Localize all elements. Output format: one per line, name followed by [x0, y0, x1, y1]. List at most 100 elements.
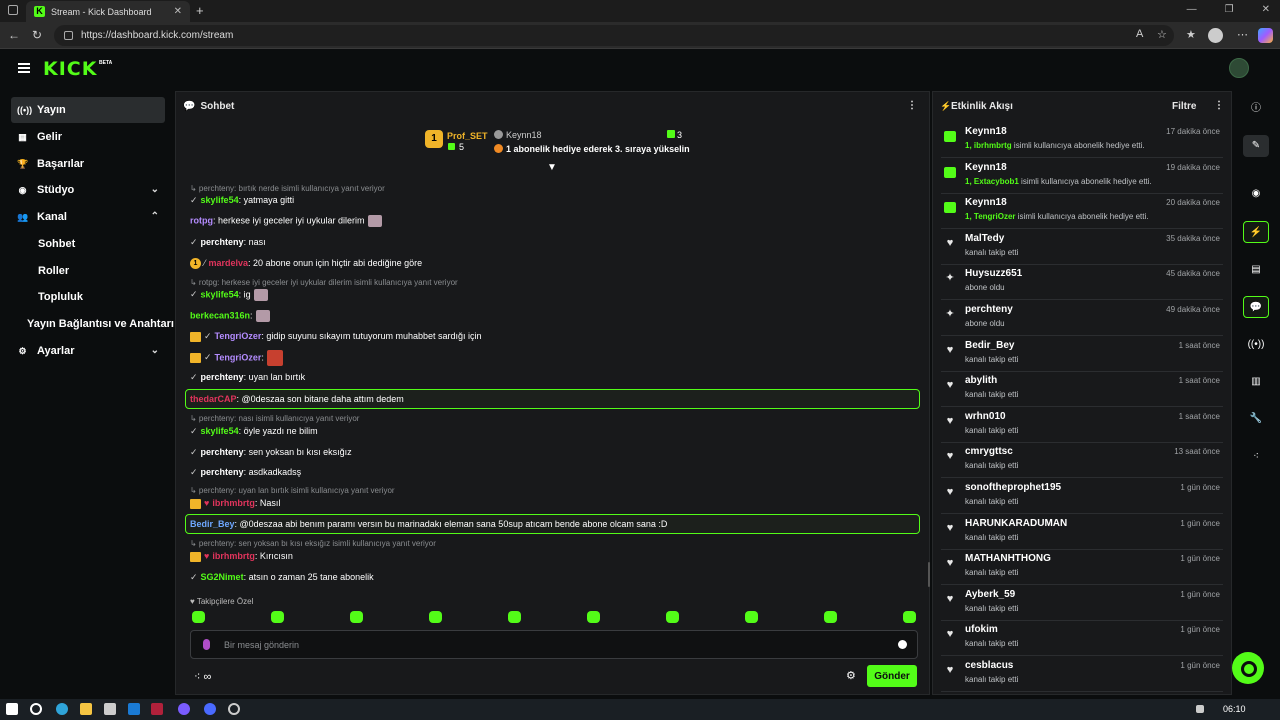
refresh-icon[interactable]: ↻	[32, 28, 42, 42]
event-item[interactable]: ♥ ufokim 1 gün önce kanalı takip etti	[941, 620, 1223, 657]
chat-scrollbar[interactable]	[928, 562, 930, 587]
kick-logo[interactable]: KICK	[43, 58, 97, 80]
profile-icon[interactable]	[1208, 28, 1223, 43]
chat-username[interactable]: skylife54	[201, 195, 239, 205]
send-button[interactable]: Gönder	[867, 665, 917, 687]
user-avatar[interactable]	[1229, 58, 1249, 78]
emote-button[interactable]	[429, 611, 442, 623]
event-username[interactable]: wrhn010	[965, 411, 1006, 422]
new-tab-icon[interactable]: +	[196, 3, 204, 18]
gift-recipient[interactable]: ibrhmbrtg	[974, 141, 1012, 150]
event-item[interactable]: ♥ MalTedy 35 dakika önce kanalı takip etti	[941, 229, 1223, 265]
edit-icon[interactable]: ✎	[1243, 135, 1269, 157]
emote-button[interactable]	[666, 611, 679, 623]
event-item[interactable]: ♥ Bedir_Bey 1 saat önce kanalı takip etti	[941, 336, 1223, 372]
event-username[interactable]: ufokim	[965, 624, 998, 635]
kick-app-icon[interactable]	[151, 703, 163, 715]
app-icon[interactable]	[204, 703, 216, 715]
info-icon[interactable]: ⓘ	[1243, 98, 1269, 120]
dots-icon[interactable]: ⁖	[194, 671, 200, 683]
event-item[interactable]: ♥ abylith 1 saat önce kanalı takip etti	[941, 371, 1223, 408]
chat-username[interactable]: skylife54	[201, 289, 239, 299]
event-item[interactable]: ♥ HARUNKARADUMAN 1 gün önce kanalı takip et…	[941, 514, 1223, 550]
sidebar-item-gelir[interactable]: ▦ Gelir	[11, 124, 165, 150]
event-username[interactable]: Bedir_Bey	[965, 340, 1014, 351]
menu-dots-icon[interactable]: ⋯	[1237, 28, 1248, 41]
tab-actions-icon[interactable]	[8, 5, 18, 15]
back-icon[interactable]: ←	[8, 28, 20, 42]
event-username[interactable]: Keynn18	[965, 197, 1007, 208]
emote-button[interactable]	[587, 611, 600, 623]
chat-username[interactable]: ibrhmbrtg	[212, 551, 255, 561]
sidebar-item-roller[interactable]: Roller	[11, 258, 165, 284]
sidebar-item-stream-key[interactable]: Yayın Bağlantısı ve Anahtarı	[11, 311, 174, 337]
file-explorer-icon[interactable]	[80, 703, 92, 715]
chat-username[interactable]: rotpg	[190, 215, 213, 225]
emote-button[interactable]	[745, 611, 758, 623]
store-icon[interactable]	[104, 703, 116, 715]
event-username[interactable]: Keynn18	[965, 126, 1007, 137]
chat-settings-icon[interactable]: ⚙	[846, 669, 856, 682]
volume-icon[interactable]	[1196, 705, 1204, 713]
sidebar-item-ayarlar[interactable]: ⚙ Ayarlar ⌄	[11, 338, 165, 364]
wrench-icon[interactable]: 🔧	[1243, 408, 1269, 430]
chat-options-icon[interactable]: ⋮	[907, 100, 917, 111]
sidebar-item-studyo[interactable]: ◉ Stüdyo ⌄	[11, 177, 165, 203]
sidebar-item-basarilar[interactable]: 🏆 Başarılar	[11, 151, 165, 177]
sidebar-item-topluluk[interactable]: Topluluk	[11, 284, 165, 310]
event-username[interactable]: HARUNKARADUMAN	[965, 518, 1067, 529]
chat-username[interactable]: TengriOzer	[215, 352, 262, 362]
event-item[interactable]: ♥ cmrygttsc 13 saat önce kanalı takip etti	[941, 442, 1223, 479]
emote-button[interactable]	[192, 611, 205, 623]
chat-username[interactable]: Bedir_Bey	[190, 519, 235, 529]
close-tab-icon[interactable]: ✕	[174, 6, 182, 17]
copilot-app-icon[interactable]	[178, 703, 190, 715]
site-info-icon[interactable]	[64, 31, 73, 40]
event-item[interactable]: ♥ Ayberk_59 1 gün önce kanalı takip etti	[941, 585, 1223, 621]
event-item[interactable]: ♥ cesblacus 1 gün önce kanalı takip etti	[941, 656, 1223, 692]
sidebar-item-yayin[interactable]: ((•)) Yayın	[11, 97, 165, 123]
hamburger-menu-icon[interactable]	[18, 63, 30, 73]
camera-icon[interactable]: ◉	[1243, 183, 1269, 205]
filter-button[interactable]: Filtre	[1172, 101, 1196, 112]
copilot-icon[interactable]	[1258, 28, 1273, 43]
event-item[interactable]: Keynn18 17 dakika önce 1, ibrhmbrtg isimli…	[941, 122, 1223, 158]
event-username[interactable]: abylith	[965, 375, 997, 386]
activity-lightning-icon[interactable]: ⚡	[1243, 221, 1269, 243]
chat-username[interactable]: perchteny	[201, 237, 244, 247]
chat-username[interactable]: skylife54	[201, 426, 239, 436]
sidebar-item-sohbet[interactable]: Sohbet	[11, 231, 165, 257]
event-item[interactable]: ♥ sonoftheprophet195 1 gün önce kanalı taki…	[941, 478, 1223, 514]
event-username[interactable]: Keynn18	[965, 162, 1007, 173]
event-username[interactable]: Huysuzz651	[965, 268, 1022, 279]
notes-icon[interactable]: ▤	[1243, 259, 1269, 281]
obs-icon[interactable]	[228, 703, 240, 715]
emoji-icon[interactable]	[898, 640, 907, 649]
feed-options-icon[interactable]: ⋮	[1214, 100, 1224, 111]
event-item[interactable]: ✦ perchteny 49 dakika önce abone oldu	[941, 300, 1223, 336]
event-item[interactable]: Keynn18 19 dakika önce 1, Extacybob1 isiml…	[941, 158, 1223, 194]
event-item[interactable]: ♥ MATHANHTHONG 1 gün önce kanalı takip etti	[941, 549, 1223, 586]
gift-recipient[interactable]: TengriOzer	[974, 212, 1016, 221]
emote-button[interactable]	[271, 611, 284, 623]
chat-username[interactable]: perchteny	[201, 447, 244, 457]
support-icon[interactable]	[1232, 652, 1264, 684]
chat-username[interactable]: mardelva	[209, 258, 249, 268]
chat-username[interactable]: thedarCAP	[190, 394, 237, 404]
browser-tab[interactable]: K Stream - Kick Dashboard ✕	[26, 1, 190, 22]
gift-recipient[interactable]: Extacybob1	[974, 177, 1019, 186]
chat-username[interactable]: SG2Nimet	[201, 572, 244, 582]
chat-input[interactable]: Bir mesaj gönderin	[190, 630, 918, 659]
event-username[interactable]: MalTedy	[965, 233, 1004, 244]
emote-button[interactable]	[903, 611, 916, 623]
chat-toggle-icon[interactable]: 💬	[1243, 296, 1269, 318]
emote-button[interactable]	[508, 611, 521, 623]
broadcast-icon[interactable]: ((•))	[1243, 334, 1269, 356]
layers-icon[interactable]: ▥	[1243, 371, 1269, 393]
emote-button[interactable]	[350, 611, 363, 623]
chat-username[interactable]: ibrhmbrtg	[212, 498, 255, 508]
read-aloud-icon[interactable]: A	[1136, 28, 1143, 40]
event-username[interactable]: Ayberk_59	[965, 589, 1015, 600]
outlook-icon[interactable]	[128, 703, 140, 715]
restore-icon[interactable]: ❐	[1225, 4, 1234, 15]
